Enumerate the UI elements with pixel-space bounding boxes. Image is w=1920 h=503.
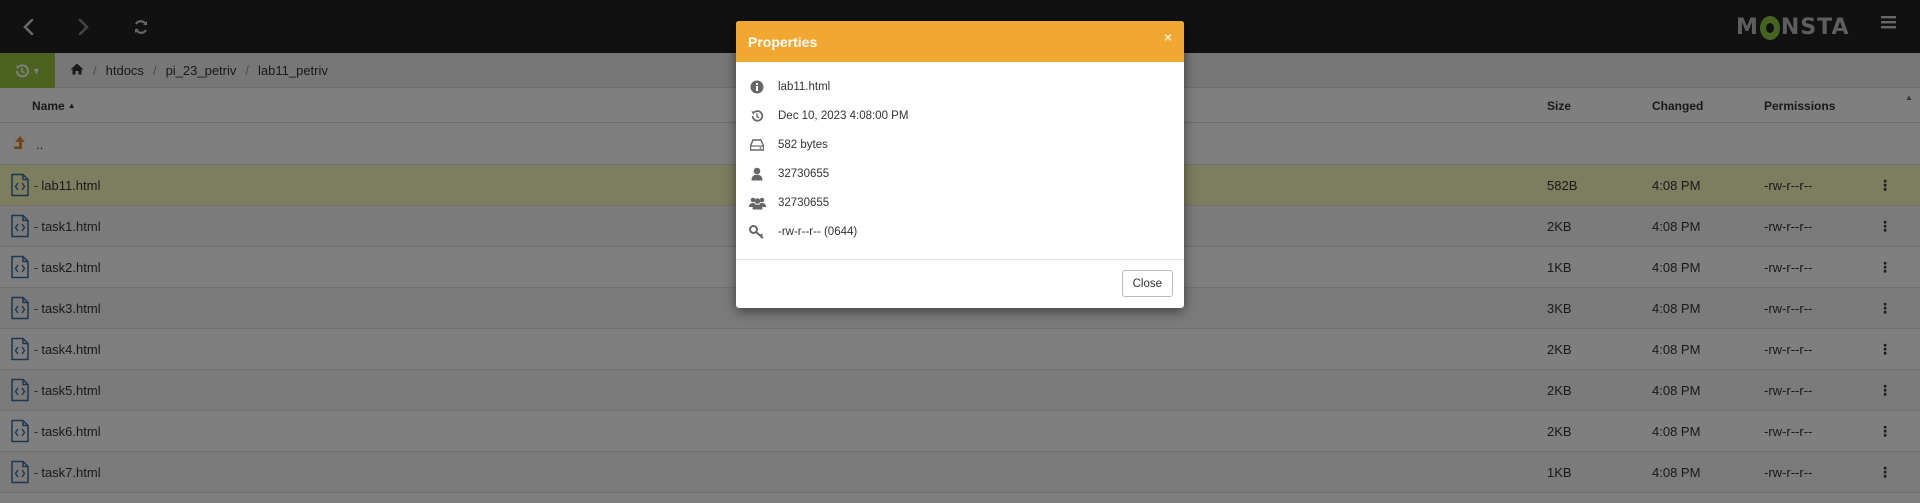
dialog-header: Properties × (736, 21, 1184, 62)
property-value: 582 bytes (778, 138, 828, 151)
dialog-title: Properties (748, 33, 818, 50)
property-owner: 32730655 (736, 159, 1184, 188)
close-button[interactable]: Close (1121, 270, 1173, 297)
property-permissions: -rw-r--r-- (0644) (736, 217, 1184, 246)
property-filename: lab11.html (736, 72, 1184, 101)
property-value: -rw-r--r-- (0644) (778, 225, 858, 238)
close-icon[interactable]: × (1164, 29, 1172, 45)
dialog-body: lab11.html Dec 10, 2023 4:08:00 PM 582 b… (736, 62, 1184, 246)
history-icon (751, 109, 764, 122)
property-value: 32730655 (778, 196, 830, 209)
dialog-footer: Close (736, 259, 1184, 308)
property-value: Dec 10, 2023 4:08:00 PM (778, 109, 909, 122)
property-value: 32730655 (778, 167, 830, 180)
hard-drive-icon (750, 138, 764, 151)
properties-dialog: Properties × lab11.html Dec 10, 2023 4:0… (736, 21, 1184, 308)
user-icon (751, 167, 763, 180)
property-group: 32730655 (736, 188, 1184, 217)
property-modified: Dec 10, 2023 4:08:00 PM (736, 101, 1184, 130)
key-icon (749, 224, 764, 239)
property-size: 582 bytes (736, 130, 1184, 159)
property-value: lab11.html (778, 80, 831, 93)
users-icon (748, 197, 766, 209)
info-icon (750, 80, 764, 93)
